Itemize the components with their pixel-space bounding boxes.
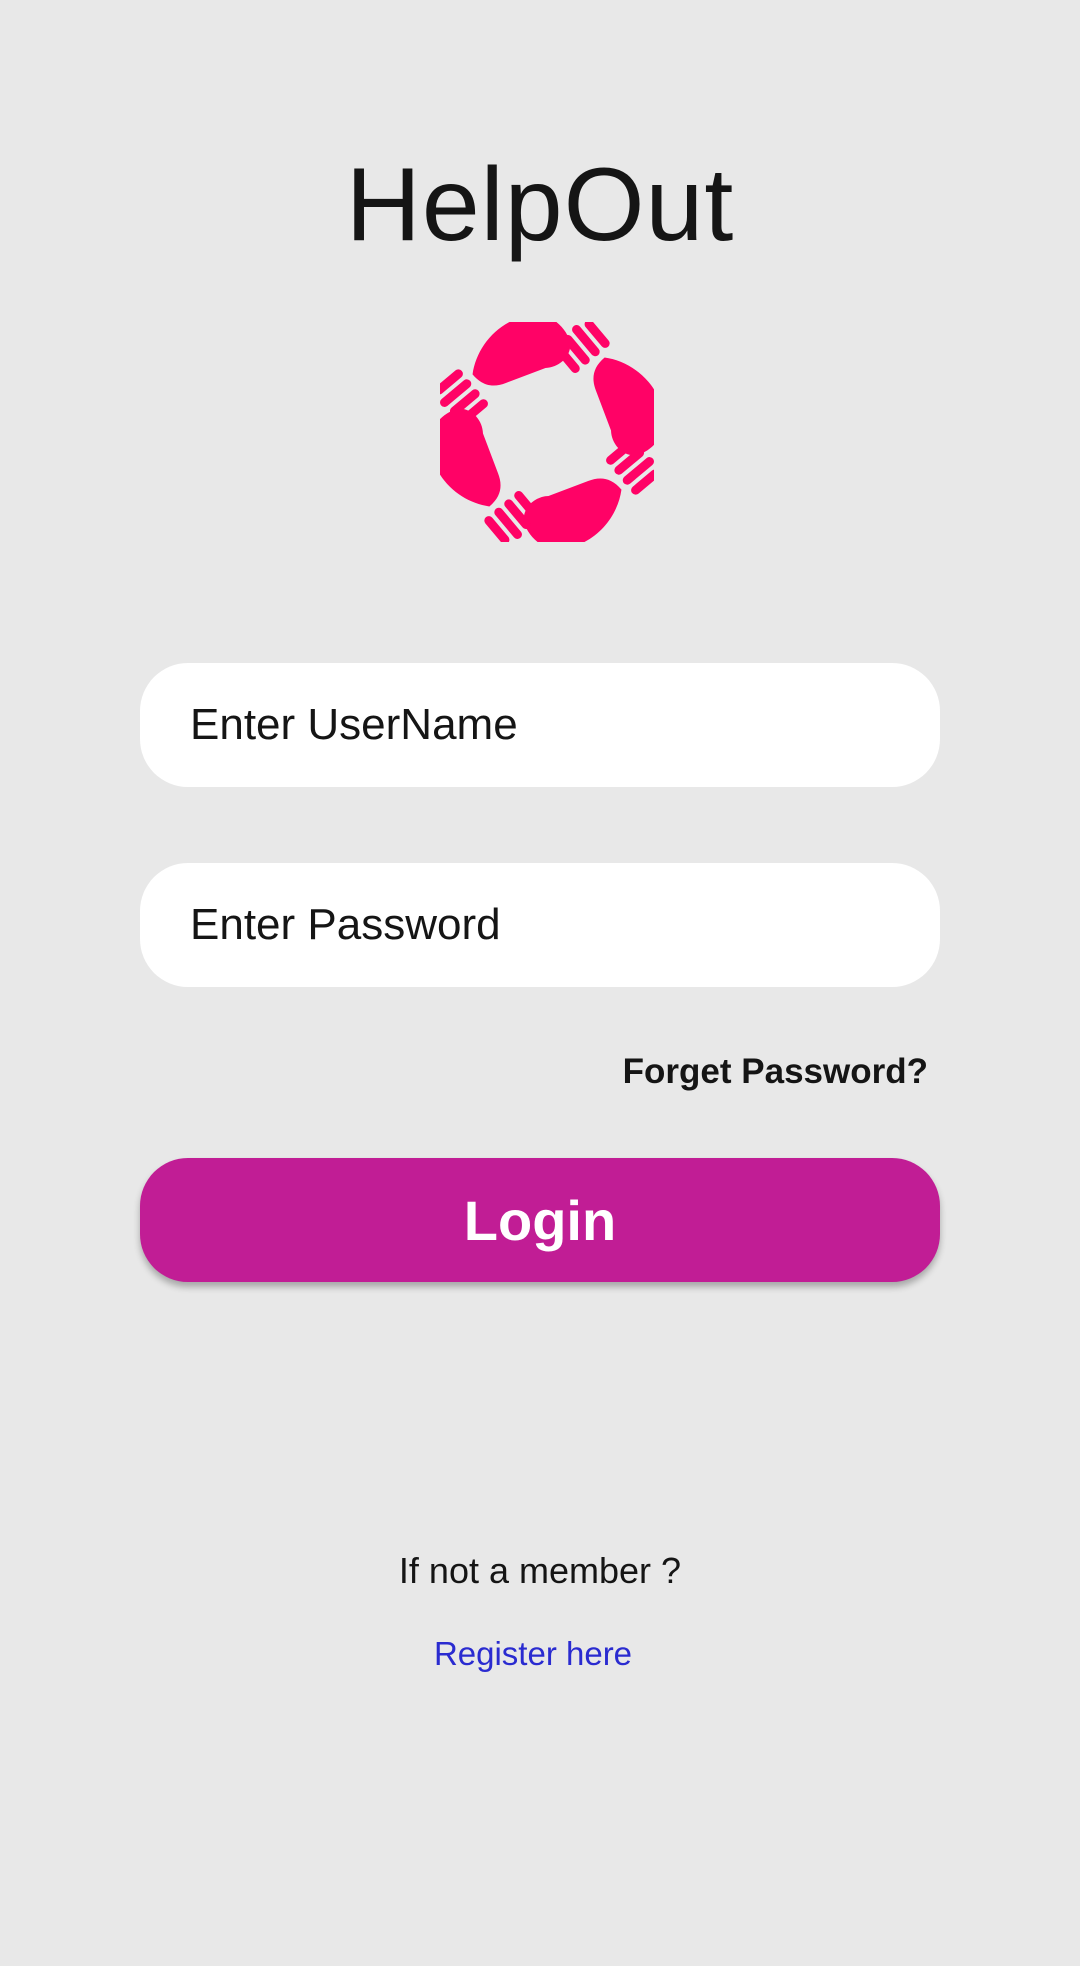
username-placeholder: Enter UserName	[190, 700, 518, 749]
password-field[interactable]: Enter Password	[140, 863, 940, 987]
forgot-password-link[interactable]: Forget Password?	[623, 1050, 928, 1094]
username-field[interactable]: Enter UserName	[140, 663, 940, 787]
register-link[interactable]: Register here	[0, 1633, 1066, 1675]
helping-hands-icon	[440, 322, 654, 542]
password-placeholder: Enter Password	[190, 900, 501, 949]
login-button-label: Login	[463, 1188, 617, 1252]
member-prompt: If not a member ?	[398, 1550, 682, 1591]
login-button[interactable]: Login	[140, 1158, 940, 1282]
app-title: HelpOut	[345, 147, 735, 263]
